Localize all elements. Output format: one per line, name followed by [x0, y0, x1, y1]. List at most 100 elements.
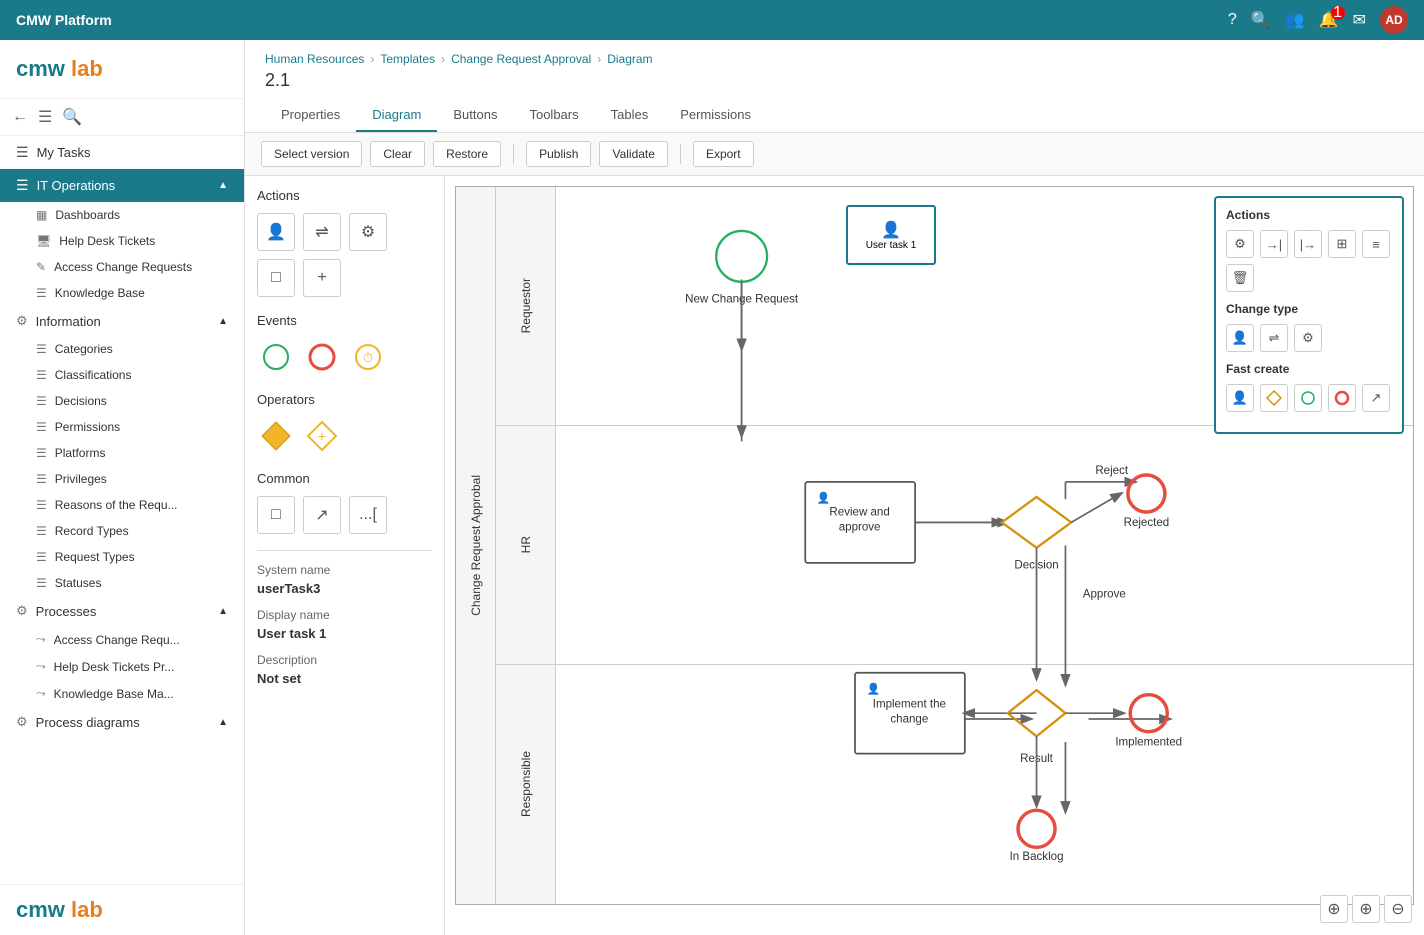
- top-nav: CMW Platform ? 🔍 👥 🔔1 ✉ AD: [0, 0, 1424, 40]
- sidebar-item-knowledge-base[interactable]: ☰ Knowledge Base: [0, 280, 244, 306]
- event-start-icon[interactable]: [257, 338, 295, 376]
- action-plus-icon[interactable]: +: [303, 259, 341, 297]
- sidebar-item-reasons[interactable]: ☰ Reasons of the Requ...: [0, 492, 244, 518]
- breadcrumb-templates[interactable]: Templates: [380, 52, 435, 66]
- popup-delete-icon[interactable]: 🗑: [1226, 264, 1254, 292]
- classifications-label: Classifications: [55, 368, 132, 382]
- implemented-node[interactable]: [1130, 695, 1167, 732]
- zoom-in-plus-button[interactable]: ⊕: [1320, 895, 1348, 923]
- popup-ct-gear-icon[interactable]: ⚙: [1294, 324, 1322, 352]
- op-diamond-plus-icon[interactable]: +: [303, 417, 341, 455]
- sidebar-item-request-types[interactable]: ☰ Request Types: [0, 544, 244, 570]
- statuses-label: Statuses: [55, 576, 102, 590]
- clear-button[interactable]: Clear: [370, 141, 425, 167]
- action-rect-icon[interactable]: □: [257, 259, 295, 297]
- sidebar-item-statuses[interactable]: ☰ Statuses: [0, 570, 244, 596]
- tab-tables[interactable]: Tables: [595, 99, 665, 132]
- zoom-in-button[interactable]: ⊕: [1352, 895, 1380, 923]
- sidebar-item-categories[interactable]: ☰ Categories: [0, 336, 244, 362]
- bottom-logo: cmw lab: [16, 897, 103, 922]
- breadcrumb-human-resources[interactable]: Human Resources: [265, 52, 364, 66]
- sidebar-item-access-change[interactable]: ✎ Access Change Requests: [0, 254, 244, 280]
- popup-fc-arrow-icon[interactable]: ↗: [1362, 384, 1390, 412]
- export-button[interactable]: Export: [693, 141, 754, 167]
- review-text-line1: Review and: [829, 506, 889, 518]
- popup-change-type-icons: 👤 ⇌ ⚙: [1226, 324, 1392, 352]
- popup-fc-circle-icon[interactable]: [1294, 384, 1322, 412]
- zoom-out-button[interactable]: ⊖: [1384, 895, 1412, 923]
- action-task-icon[interactable]: ⇌: [303, 213, 341, 251]
- new-change-request-node[interactable]: [716, 231, 767, 282]
- tab-toolbars[interactable]: Toolbars: [513, 99, 594, 132]
- users-icon[interactable]: 👥: [1285, 10, 1305, 30]
- swimlane-title-col: Change Request Approbal: [456, 187, 496, 904]
- action-gear-icon[interactable]: ⚙: [349, 213, 387, 251]
- select-version-button[interactable]: Select version: [261, 141, 362, 167]
- in-backlog-node[interactable]: [1018, 810, 1055, 847]
- event-end-icon[interactable]: [303, 338, 341, 376]
- categories-icon: ☰: [36, 342, 47, 356]
- sidebar-item-record-types[interactable]: ☰ Record Types: [0, 518, 244, 544]
- sidebar-collapse-icon[interactable]: ←: [12, 108, 28, 126]
- sidebar-item-decisions[interactable]: ☰ Decisions: [0, 388, 244, 414]
- common-arrow-icon[interactable]: ↗: [303, 496, 341, 534]
- op-diamond-icon[interactable]: [257, 417, 295, 455]
- sidebar-item-dashboards[interactable]: ▦ Dashboards: [0, 202, 244, 228]
- sidebar-item-platforms[interactable]: ☰ Platforms: [0, 440, 244, 466]
- popup-ct-task-icon[interactable]: ⇌: [1260, 324, 1288, 352]
- section-header-processes[interactable]: ⚙ Processes ▲: [0, 596, 244, 626]
- dashboards-label: Dashboards: [55, 208, 120, 222]
- publish-button[interactable]: Publish: [526, 141, 591, 167]
- rejected-node[interactable]: [1128, 475, 1165, 512]
- sidebar-item-classifications[interactable]: ☰ Classifications: [0, 362, 244, 388]
- action-user-icon[interactable]: 👤: [257, 213, 295, 251]
- sidebar-item-access-change-proc[interactable]: ⤳ Access Change Requ...: [0, 626, 244, 653]
- page-version: 2.1: [265, 70, 1404, 91]
- sidebar-item-my-tasks[interactable]: ☰ My Tasks: [0, 136, 244, 169]
- restore-button[interactable]: Restore: [433, 141, 501, 167]
- tab-properties[interactable]: Properties: [265, 99, 356, 132]
- popup-fc-end-icon[interactable]: [1328, 384, 1356, 412]
- event-timer-icon[interactable]: ⏱: [349, 338, 387, 376]
- common-bracket-icon[interactable]: ...[: [349, 496, 387, 534]
- display-name-field: Display name User task 1: [257, 608, 432, 641]
- sidebar-item-knowledge-base-proc[interactable]: ⤳ Knowledge Base Ma...: [0, 680, 244, 707]
- message-icon[interactable]: ✉: [1353, 10, 1366, 30]
- sidebar-item-help-desk[interactable]: 🖥 Help Desk Tickets: [0, 228, 244, 254]
- sidebar-item-it-operations[interactable]: ☰ IT Operations ▲: [0, 169, 244, 202]
- sidebar-item-help-desk-proc[interactable]: ⤳ Help Desk Tickets Pr...: [0, 653, 244, 680]
- notification-icon[interactable]: 🔔1: [1319, 10, 1339, 30]
- popup-ct-user-icon[interactable]: 👤: [1226, 324, 1254, 352]
- it-ops-icon: ☰: [16, 177, 29, 194]
- popup-table-icon[interactable]: ⊞: [1328, 230, 1356, 258]
- breadcrumb-change-request[interactable]: Change Request Approval: [451, 52, 591, 66]
- sidebar-menu-icon[interactable]: ☰: [38, 107, 52, 127]
- popup-arrow-in-icon[interactable]: →|: [1260, 230, 1288, 258]
- section-header-process-diagrams[interactable]: ⚙ Process diagrams ▲: [0, 707, 244, 737]
- tab-buttons[interactable]: Buttons: [437, 99, 513, 132]
- tab-diagram[interactable]: Diagram: [356, 99, 437, 132]
- user-task-1-node[interactable]: 👤 User task 1: [846, 205, 936, 265]
- section-header-information[interactable]: ⚙ Information ▲: [0, 306, 244, 336]
- popup-fc-diamond-icon[interactable]: [1260, 384, 1288, 412]
- swimlane-wrapper: Change Request Approbal Requestor: [445, 176, 1424, 935]
- common-rect-icon[interactable]: □: [257, 496, 295, 534]
- popup-gear-icon[interactable]: ⚙: [1226, 230, 1254, 258]
- breadcrumb: Human Resources › Templates › Change Req…: [265, 52, 1404, 66]
- popup-list-icon[interactable]: ≡: [1362, 230, 1390, 258]
- help-icon[interactable]: ?: [1228, 11, 1237, 29]
- tab-permissions[interactable]: Permissions: [664, 99, 767, 132]
- decisions-label: Decisions: [55, 394, 107, 408]
- search-icon[interactable]: 🔍: [1251, 10, 1271, 30]
- sidebar-item-permissions[interactable]: ☰ Permissions: [0, 414, 244, 440]
- popup-fc-user-icon[interactable]: 👤: [1226, 384, 1254, 412]
- sidebar-item-privileges[interactable]: ☰ Privileges: [0, 466, 244, 492]
- sidebar: cmw lab ← ☰ 🔍 ☰ My Tasks ☰ IT Operations…: [0, 40, 245, 935]
- sidebar-search-icon[interactable]: 🔍: [62, 107, 82, 127]
- avatar[interactable]: AD: [1380, 6, 1408, 34]
- user-task-icon: 👤: [881, 220, 901, 240]
- popup-arrow-out-icon[interactable]: |→: [1294, 230, 1322, 258]
- validate-button[interactable]: Validate: [599, 141, 667, 167]
- decision-node[interactable]: [1002, 497, 1071, 548]
- system-name-value: userTask3: [257, 581, 432, 596]
